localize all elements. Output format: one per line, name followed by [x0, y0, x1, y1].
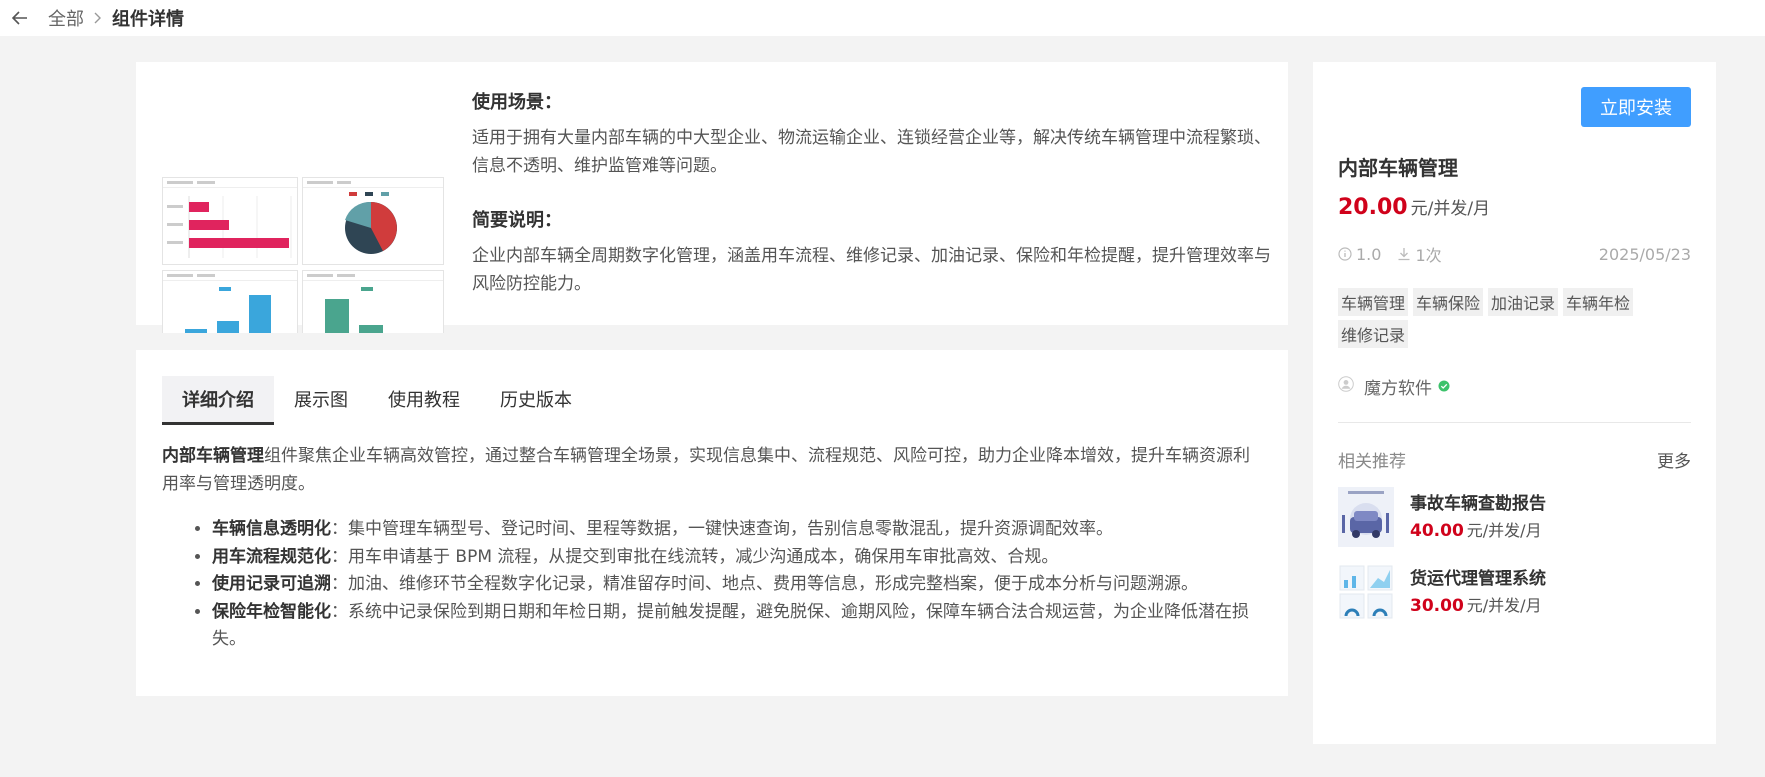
related-item-price-line: 30.00 元/并发/月: [1410, 592, 1542, 616]
breadcrumb-root[interactable]: 全部: [48, 5, 84, 31]
related-item-unit: 元/并发/月: [1466, 521, 1542, 540]
product-price: 20.00: [1338, 195, 1408, 220]
related-item-price: 40.00: [1410, 521, 1464, 541]
list-item: 保险年检智能化：系统中记录保险到期日期和年检日期，提前触发提醒，避免脱保、逾期风…: [212, 599, 1262, 654]
chevron-right-icon: [94, 12, 102, 24]
feature-text: ：集中管理车辆型号、登记时间、里程等数据，一键快速查询，告别信息零散混乱，提升资…: [331, 519, 1113, 539]
tab-history[interactable]: 历史版本: [480, 376, 592, 425]
tab-tutorial[interactable]: 使用教程: [368, 376, 480, 425]
product-side-card: 立即安装 内部车辆管理 20.00 元/并发/月 1.0 1次 2025/05/2…: [1313, 62, 1716, 744]
list-item: 使用记录可追溯：加油、维修环节全程数字化记录，精准留存时间、地点、费用等信息，形…: [212, 571, 1262, 599]
related-header: 相关推荐 更多: [1338, 447, 1691, 472]
related-item-name: 货运代理管理系统: [1410, 569, 1546, 589]
install-button[interactable]: 立即安装: [1581, 87, 1691, 127]
related-item-name: 事故车辆查勘报告: [1410, 494, 1546, 514]
related-thumbnail: [1338, 562, 1394, 622]
scenario-title: 使用场景：: [472, 92, 562, 113]
product-name: 内部车辆管理: [1338, 156, 1458, 180]
tag-list: 车辆管理 车辆保险 加油记录 车辆年检 维修记录: [1338, 288, 1668, 352]
intro-product-name: 内部车辆管理: [162, 446, 264, 466]
tag[interactable]: 车辆管理: [1338, 288, 1409, 316]
related-title: 相关推荐: [1338, 452, 1406, 472]
related-item-price: 30.00: [1410, 596, 1464, 616]
feature-text: ：加油、维修环节全程数字化记录，精准留存时间、地点、费用等信息，形成完整档案，便…: [331, 574, 1198, 594]
preview-image[interactable]: [162, 115, 444, 333]
top-bar: 全部 组件详情: [0, 0, 1765, 36]
product-meta: 1.0 1次 2025/05/23: [1338, 242, 1691, 266]
related-thumbnail: [1338, 487, 1394, 547]
feature-title: 保险年检智能化: [212, 601, 331, 622]
version-value: 1.0: [1356, 244, 1382, 264]
related-item-price-line: 40.00 元/并发/月: [1410, 517, 1542, 541]
vendor[interactable]: 魔方软件: [1338, 374, 1450, 399]
intro-text: 组件聚焦企业车辆高效管控，通过整合车辆管理全场景，实现信息集中、流程规范、风险可…: [162, 446, 1250, 494]
tag[interactable]: 车辆保险: [1413, 288, 1484, 316]
feature-title: 使用记录可追溯: [212, 574, 331, 594]
tab-screenshots[interactable]: 展示图: [274, 376, 368, 425]
tag[interactable]: 加油记录: [1488, 288, 1559, 316]
download-count: 1次: [1415, 246, 1442, 265]
download-info: 1次: [1397, 242, 1442, 266]
feature-text: ：用车申请基于 BPM 流程，从提交到审批在线流转，减少沟通成本，确保用车审批高…: [331, 546, 1059, 567]
info-icon: [1338, 247, 1352, 261]
price-unit: 元/并发/月: [1410, 199, 1491, 219]
intro-paragraph: 内部车辆管理组件聚焦企业车辆高效管控，通过整合车辆管理全场景，实现信息集中、流程…: [162, 442, 1262, 498]
summary-title: 简要说明：: [472, 210, 562, 231]
verified-icon: [1438, 377, 1450, 397]
related-more-link[interactable]: 更多: [1657, 447, 1691, 472]
overview-card: 使用场景： 适用于拥有大量内部车辆的中大型企业、物流运输企业、连锁经营企业等，解…: [136, 62, 1288, 333]
vendor-name: 魔方软件: [1364, 379, 1432, 399]
divider: [1338, 422, 1691, 423]
scenario-text: 适用于拥有大量内部车辆的中大型企业、物流运输企业、连锁经营企业等，解决传统车辆管…: [472, 128, 1271, 176]
related-item[interactable]: 货运代理管理系统 30.00 元/并发/月: [1338, 562, 1691, 622]
tag[interactable]: 车辆年检: [1563, 288, 1634, 316]
related-item-unit: 元/并发/月: [1466, 596, 1542, 615]
download-icon: [1397, 247, 1411, 261]
publish-date: 2025/05/23: [1598, 244, 1691, 264]
related-item[interactable]: 事故车辆查勘报告 40.00 元/并发/月: [1338, 487, 1691, 547]
list-item: 车辆信息透明化：集中管理车辆型号、登记时间、里程等数据，一键快速查询，告别信息零…: [212, 516, 1262, 544]
detail-card: 详细介绍 展示图 使用教程 历史版本 内部车辆管理组件聚焦企业车辆高效管控，通过…: [136, 350, 1288, 696]
breadcrumb-current: 组件详情: [112, 9, 184, 30]
user-avatar-icon: [1338, 376, 1354, 397]
feature-title: 用车流程规范化: [212, 546, 331, 567]
version-info: 1.0: [1338, 245, 1381, 264]
preview-panel-column: [162, 270, 298, 333]
tab-bar: 详细介绍 展示图 使用教程 历史版本: [162, 376, 592, 425]
preview-panel-column-green: [302, 270, 444, 333]
feature-text: ：系统中记录保险到期日期和年检日期，提前触发提醒，避免脱保、逾期风险，保障车辆合…: [212, 601, 1249, 650]
preview-panel-pie: [302, 177, 444, 265]
summary-text: 企业内部车辆全周期数字化管理，涵盖用车流程、维修记录、加油记录、保险和年检提醒，…: [472, 246, 1271, 294]
tag[interactable]: 维修记录: [1338, 320, 1409, 348]
preview-panel-bar: [162, 177, 298, 265]
list-item: 用车流程规范化：用车申请基于 BPM 流程，从提交到审批在线流转，减少沟通成本，…: [212, 544, 1262, 572]
back-arrow-icon[interactable]: [6, 4, 34, 32]
price-line: 20.00 元/并发/月: [1338, 194, 1490, 220]
tab-detail[interactable]: 详细介绍: [162, 376, 274, 425]
feature-title: 车辆信息透明化: [212, 519, 331, 539]
feature-list: 车辆信息透明化：集中管理车辆型号、登记时间、里程等数据，一键快速查询，告别信息零…: [212, 516, 1262, 654]
